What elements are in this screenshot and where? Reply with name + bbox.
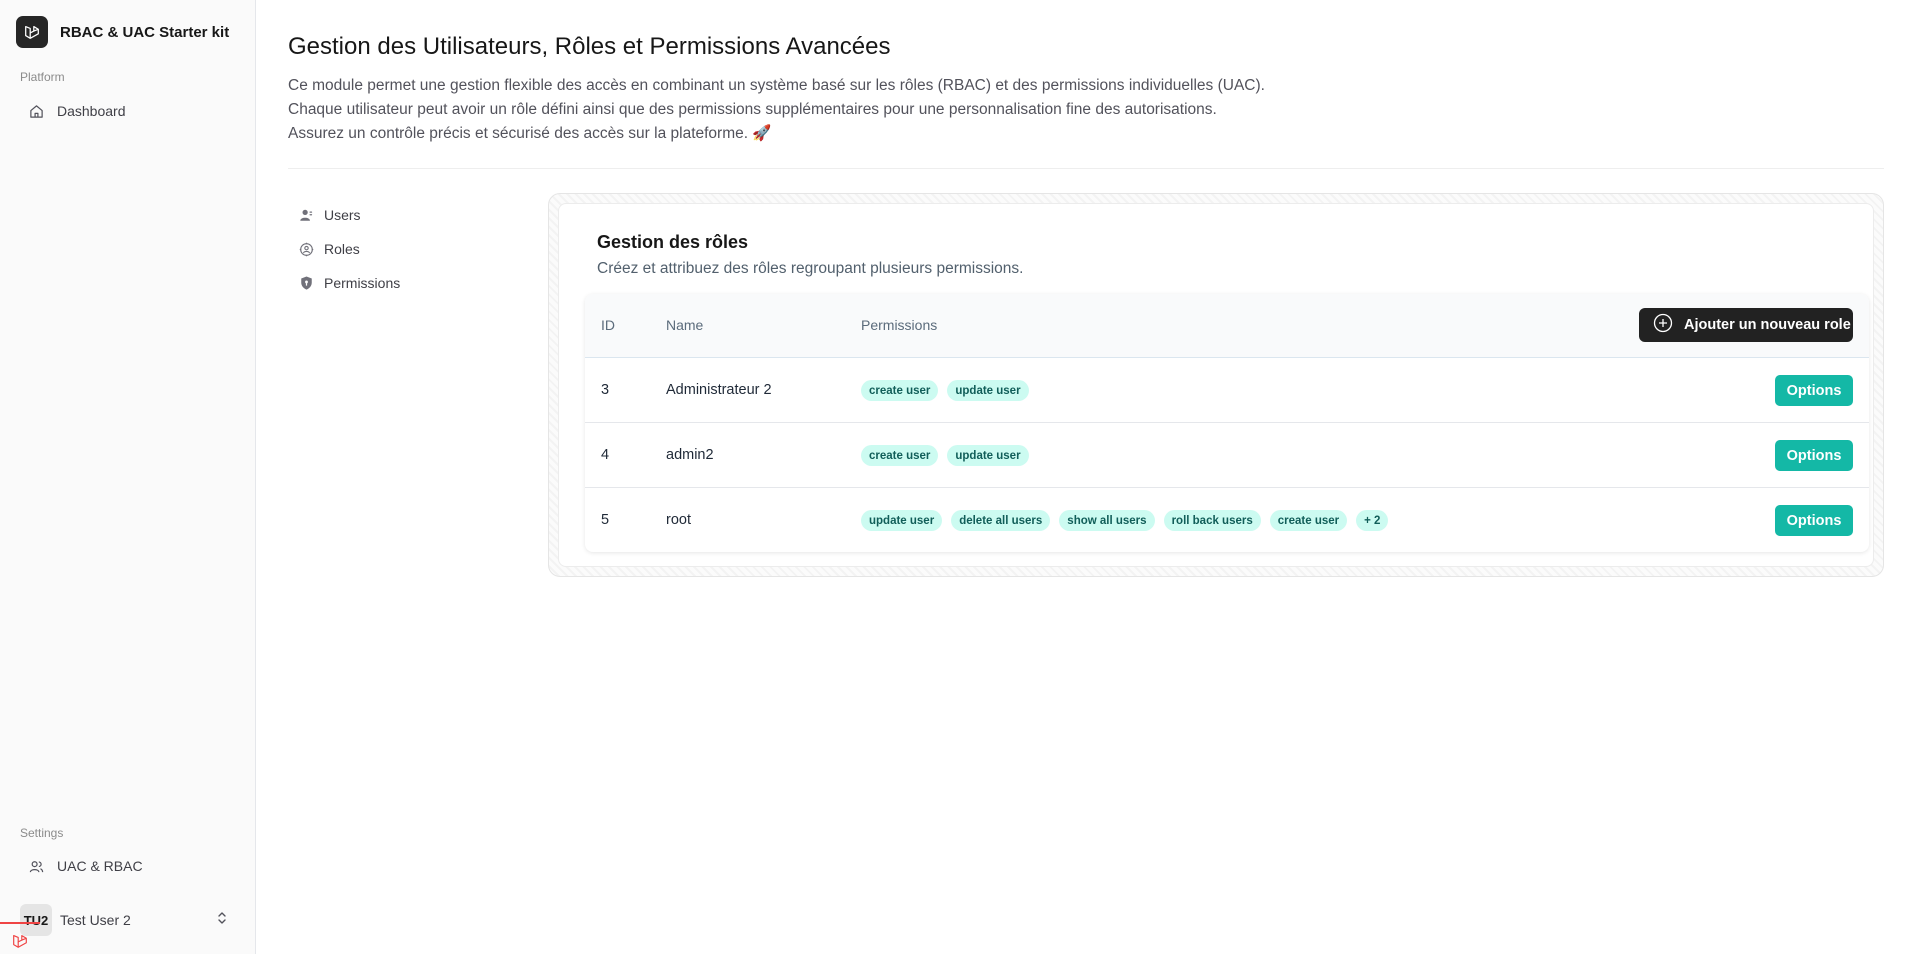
subnav-label: Roles: [324, 241, 360, 257]
role-icon: [298, 241, 314, 257]
role-id: 4: [601, 447, 610, 463]
description-line: Ce module permet une gestion flexible de…: [288, 77, 1265, 94]
permission-badge: show all users: [1059, 510, 1155, 531]
home-icon: [28, 103, 44, 119]
role-name: admin2: [666, 447, 714, 463]
user-name: Test User 2: [60, 912, 131, 928]
permission-badge: create user: [861, 380, 939, 401]
sidebar-item-uac-rbac[interactable]: UAC & RBAC: [20, 850, 240, 882]
column-header-name: Name: [666, 317, 704, 333]
settings-subnav: Users Roles Permissions: [298, 198, 400, 300]
subnav-item-users[interactable]: Users: [298, 198, 400, 232]
more-permissions-badge[interactable]: + 2: [1356, 510, 1389, 531]
users-icon: [28, 858, 44, 874]
table-header: ID Name Permissions Ajouter un nouveau r…: [585, 294, 1869, 358]
role-name: root: [666, 512, 691, 528]
plus-circle-icon: [1653, 313, 1673, 337]
subnav-label: Users: [324, 207, 361, 223]
sidebar-item-dashboard[interactable]: Dashboard: [20, 95, 240, 127]
roles-table: ID Name Permissions Ajouter un nouveau r…: [585, 294, 1869, 552]
settings-section-label: Settings: [20, 826, 64, 840]
panel-title: Gestion des rôles: [597, 232, 749, 252]
user-menu[interactable]: TU2 Test User 2: [20, 902, 228, 938]
subnav-item-roles[interactable]: Roles: [298, 232, 400, 266]
roles-panel: Gestion des rôles Créez et attribuez des…: [548, 193, 1884, 577]
permission-badge: update user: [947, 445, 1029, 466]
user-icon: [298, 207, 314, 223]
subnav-item-permissions[interactable]: Permissions: [298, 266, 400, 300]
corner-logo-bar: [0, 922, 40, 924]
sidebar-item-label: Dashboard: [57, 103, 126, 119]
description-line: Assurez un contrôle précis et sécurisé d…: [288, 125, 772, 142]
platform-section-label: Platform: [20, 70, 65, 84]
shield-icon: [298, 275, 314, 291]
page-description: Ce module permet une gestion flexible de…: [288, 74, 1388, 146]
description-line: Chaque utilisateur peut avoir un rôle dé…: [288, 101, 1217, 118]
permission-badge: create user: [1269, 510, 1348, 531]
panel-subtitle: Créez et attribuez des rôles regroupant …: [597, 260, 1024, 277]
add-role-label: Ajouter un nouveau role: [1684, 317, 1851, 333]
permission-badges: create user update user: [861, 445, 1029, 466]
permission-badge: update user: [861, 510, 943, 531]
column-header-id: ID: [601, 317, 615, 333]
role-id: 5: [601, 512, 610, 528]
table-row: 4 admin2 create user update user Options: [585, 423, 1869, 488]
laravel-icon: [13, 935, 27, 948]
page-title: Gestion des Utilisateurs, Rôles et Permi…: [288, 33, 891, 60]
permission-badge: roll back users: [1163, 510, 1261, 531]
roles-card: Gestion des rôles Créez et attribuez des…: [558, 203, 1874, 567]
chevron-up-down-icon: [216, 911, 228, 930]
subnav-label: Permissions: [324, 275, 401, 291]
options-button[interactable]: Options: [1775, 440, 1853, 471]
column-header-permissions: Permissions: [861, 317, 938, 333]
divider: [288, 168, 1884, 169]
options-button[interactable]: Options: [1775, 505, 1853, 536]
permission-badge: create user: [861, 445, 939, 466]
add-role-button[interactable]: Ajouter un nouveau role: [1639, 308, 1853, 342]
brand[interactable]: RBAC & UAC Starter kit: [16, 16, 229, 48]
permission-badge: delete all users: [951, 510, 1051, 531]
permission-badges: create user update user: [861, 380, 1029, 401]
sidebar: RBAC & UAC Starter kit Platform Dashboar…: [0, 0, 256, 954]
permission-badge: update user: [947, 380, 1029, 401]
role-id: 3: [601, 382, 610, 398]
role-name: Administrateur 2: [666, 382, 772, 398]
table-row: 5 root update user delete all users show…: [585, 488, 1869, 552]
permission-badges: update user delete all users show all us…: [861, 510, 1389, 531]
app-name: RBAC & UAC Starter kit: [60, 23, 230, 41]
app-logo-icon: [16, 16, 48, 48]
corner-logo: [0, 922, 40, 954]
options-button[interactable]: Options: [1775, 375, 1853, 406]
sidebar-item-label: UAC & RBAC: [57, 858, 143, 874]
table-row: 3 Administrateur 2 create user update us…: [585, 358, 1869, 423]
